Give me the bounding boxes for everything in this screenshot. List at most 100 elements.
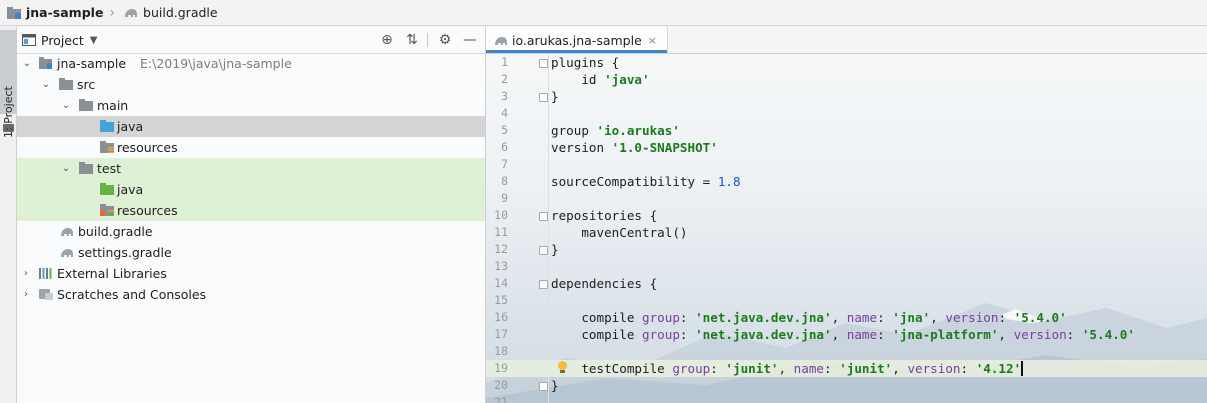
tree-item-label: java [117, 119, 144, 134]
scratches-icon [39, 289, 53, 300]
line-number: 2 [501, 72, 508, 86]
line-number: 11 [494, 225, 508, 239]
code-line-18: 18 [486, 343, 1207, 360]
code-text: repositories { [551, 208, 658, 223]
code-line-15: 15 [486, 292, 1207, 309]
code-line-9: 9 [486, 190, 1207, 207]
project-view-selector[interactable]: Project ▼ [22, 33, 97, 48]
tree-item-main-java[interactable]: java [17, 116, 485, 137]
code-text: sourceCompatibility = 1.8 [551, 174, 741, 189]
gradle-icon [495, 37, 507, 45]
line-number: 16 [494, 310, 508, 324]
fold-icon[interactable] [539, 280, 548, 289]
libraries-icon [39, 268, 52, 279]
tree-item-label: jna-sample [57, 56, 127, 71]
tree-item-label: resources [117, 140, 178, 155]
line-number: 7 [501, 157, 508, 171]
tree-item-label: src [77, 77, 96, 92]
tree-item-path: E:\2019\java\jna-sample [140, 56, 292, 71]
tree-item-label: External Libraries [57, 266, 167, 281]
tree-item-label: main [97, 98, 129, 113]
locate-icon[interactable]: ⊕ [379, 32, 395, 48]
project-panel: Project ▼ ⊕ ⇅ ⚙ — ⌄ jna-sample E:\2019\ja… [17, 27, 486, 403]
tree-item-external-libraries[interactable]: › External Libraries [17, 263, 485, 284]
header-divider [427, 33, 428, 47]
folder-icon [79, 99, 93, 111]
code-line-3: 3} [486, 88, 1207, 105]
chevron-right-icon[interactable]: › [20, 284, 32, 305]
tree-item-build-gradle[interactable]: build.gradle [17, 221, 485, 242]
fold-icon[interactable] [539, 93, 548, 102]
chevron-down-icon[interactable]: ⌄ [40, 74, 52, 95]
editor-tab[interactable]: io.arukas.jna-sample × [486, 27, 668, 53]
code-line-21: 21 [486, 394, 1207, 403]
editor-tab-bar: io.arukas.jna-sample × [486, 27, 1207, 54]
breadcrumb-item-project[interactable]: jna-sample [0, 0, 107, 26]
tree-item-label: settings.gradle [78, 245, 172, 260]
code-line-1: 1 plugins { [486, 54, 1207, 71]
fold-icon[interactable] [539, 246, 548, 255]
line-number: 17 [494, 327, 508, 341]
module-folder-icon [7, 6, 21, 19]
code-text: compile group: 'net.java.dev.jna', name:… [551, 310, 1067, 325]
breadcrumb-label: jna-sample [26, 5, 104, 20]
project-view-icon [22, 34, 36, 46]
code-text: compile group: 'net.java.dev.jna', name:… [551, 327, 1135, 342]
active-tab-indicator [486, 50, 667, 53]
code-text: mavenCentral() [551, 225, 688, 240]
line-number: 15 [494, 293, 508, 307]
tree-item-test-resources[interactable]: resources [17, 200, 485, 221]
folder-icon [59, 78, 73, 90]
code-line-5: 5 group 'io.arukas' [486, 122, 1207, 139]
collapse-all-icon[interactable]: ⇅ [404, 32, 420, 48]
minimize-icon[interactable]: — [462, 32, 478, 48]
module-folder-icon [39, 57, 52, 69]
line-number: 9 [501, 191, 508, 205]
project-tree: ⌄ jna-sample E:\2019\java\jna-sample ⌄ sr… [17, 53, 485, 305]
tree-item-label: Scratches and Consoles [57, 287, 207, 302]
tree-item-jna-sample[interactable]: ⌄ jna-sample E:\2019\java\jna-sample [17, 53, 485, 74]
gradle-icon [61, 249, 73, 257]
code-text: } [551, 378, 559, 393]
chevron-down-icon[interactable]: ⌄ [21, 53, 33, 74]
code-text: testCompile group: 'junit', name: 'junit… [551, 361, 1024, 376]
code-line-16: 16 compile group: 'net.java.dev.jna', na… [486, 309, 1207, 326]
close-icon[interactable]: × [648, 34, 657, 47]
code-line-2: 2 id 'java' [486, 71, 1207, 88]
chevron-right-icon[interactable]: › [20, 263, 32, 284]
editor-area[interactable]: io.arukas.jna-sample × 1 plugins { 2 id '… [486, 27, 1207, 403]
code-lines[interactable]: 1 plugins { 2 id 'java' 3} 4 5 group 'io.a… [486, 54, 1207, 403]
project-panel-title: Project [41, 32, 84, 48]
code-line-4: 4 [486, 105, 1207, 122]
tree-item-main-resources[interactable]: resources [17, 137, 485, 158]
line-number: 13 [494, 259, 508, 273]
tree-item-src[interactable]: ⌄ src [17, 74, 485, 95]
gear-icon[interactable]: ⚙ [437, 32, 453, 48]
line-number: 20 [494, 378, 508, 392]
code-line-14: 14 dependencies { [486, 275, 1207, 292]
tree-item-label: resources [117, 203, 178, 218]
tree-item-scratches[interactable]: › Scratches and Consoles [17, 284, 485, 305]
tree-item-test[interactable]: ⌄ test [17, 158, 485, 179]
tree-item-test-java[interactable]: java [17, 179, 485, 200]
code-text: version '1.0-SNAPSHOT' [551, 140, 718, 155]
tree-item-settings-gradle[interactable]: settings.gradle [17, 242, 485, 263]
fold-icon[interactable] [539, 212, 548, 221]
breadcrumb-item-file[interactable]: build.gradle [117, 0, 222, 26]
line-number: 8 [501, 174, 508, 188]
line-number: 6 [501, 140, 508, 154]
code-line-6: 6 version '1.0-SNAPSHOT' [486, 139, 1207, 156]
line-number: 14 [494, 276, 508, 290]
code-line-11: 11 mavenCentral() [486, 224, 1207, 241]
tree-item-main[interactable]: ⌄ main [17, 95, 485, 116]
fold-icon[interactable] [539, 59, 548, 68]
line-number: 4 [501, 106, 508, 120]
resources-folder-icon [100, 141, 114, 153]
chevron-down-icon[interactable]: ⌄ [60, 95, 72, 116]
code-text: plugins { [551, 55, 620, 70]
fold-icon[interactable] [539, 382, 548, 391]
code-text: dependencies { [551, 276, 658, 291]
project-tool-button[interactable]: 1: Project [0, 30, 17, 138]
chevron-down-icon[interactable]: ⌄ [60, 158, 72, 179]
text-caret [1021, 361, 1024, 376]
